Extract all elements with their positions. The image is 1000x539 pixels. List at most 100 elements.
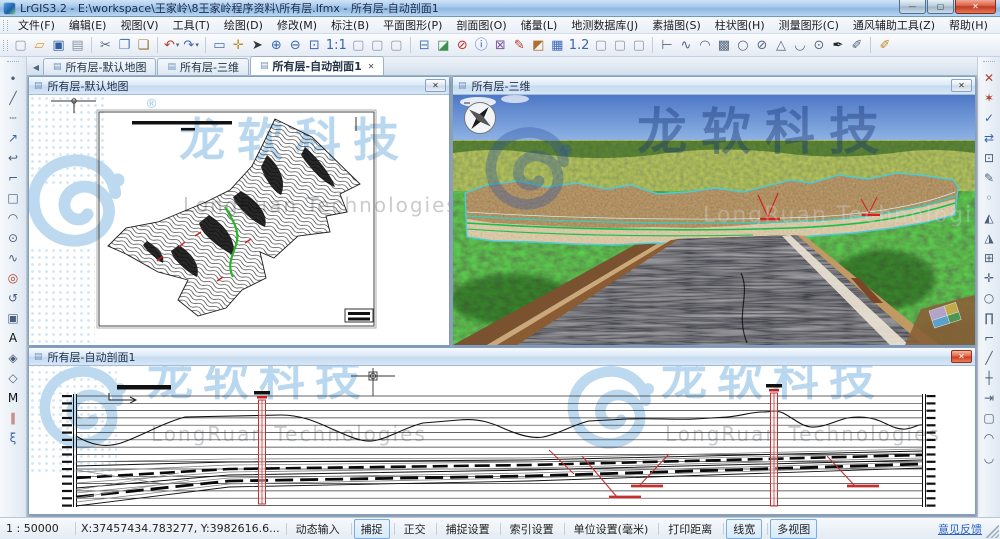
menu-item[interactable]: 工具(T)	[166, 16, 217, 34]
hatch-icon[interactable]: ◈	[3, 348, 23, 368]
line2-icon[interactable]: ╱	[979, 348, 999, 368]
parallel-icon[interactable]: ∥	[3, 408, 23, 428]
tab-close-icon[interactable]: ✕	[366, 62, 375, 71]
mirror-icon[interactable]: ◮	[979, 228, 999, 248]
draw-arc-icon[interactable]: ◠	[3, 208, 23, 228]
pan-icon[interactable]: ✛	[229, 36, 248, 55]
tab-auto-section[interactable]: ▤所有层-自动剖面1✕	[250, 56, 384, 75]
save-icon[interactable]: ▣	[49, 36, 68, 55]
draw-hook-icon[interactable]: ↩	[3, 148, 23, 168]
open-file-icon[interactable]: ▱	[30, 36, 49, 55]
arc-up-icon[interactable]: ◠	[979, 428, 999, 448]
insert-image-icon[interactable]: ▣	[3, 308, 23, 328]
ortho-toggle[interactable]: 正交	[398, 520, 432, 538]
forbid-icon[interactable]: ⊘	[453, 36, 472, 55]
fill-triangle-icon[interactable]: ◭	[979, 208, 999, 228]
text-icon[interactable]: A	[3, 328, 23, 348]
menu-item[interactable]: 视图(V)	[113, 16, 165, 34]
draw-arc2-icon[interactable]: ↺	[3, 288, 23, 308]
vertex-icon[interactable]: ✓	[979, 108, 999, 128]
feedback-link[interactable]: 意见反馈	[938, 521, 982, 537]
menu-item[interactable]: 储量(L)	[514, 16, 565, 34]
draw-circle-icon[interactable]: ⊙	[3, 228, 23, 248]
region-icon[interactable]: ◩	[529, 36, 548, 55]
trim-icon[interactable]: ✕	[979, 68, 999, 88]
3d-canvas[interactable]	[453, 95, 975, 345]
tab-default-map[interactable]: ▤所有层-默认地图	[43, 58, 156, 75]
menu-item[interactable]: 文件(F)	[11, 16, 62, 34]
swap-icon[interactable]: ⇄	[979, 128, 999, 148]
pen-icon[interactable]: ✒	[828, 36, 847, 55]
triangle-tool-icon[interactable]: △	[771, 36, 790, 55]
new-file-icon[interactable]: ▢	[11, 36, 30, 55]
draw-corner-icon[interactable]: ⌐	[3, 168, 23, 188]
tab-scroll-left-button[interactable]: ◀	[29, 59, 43, 75]
hatch2-icon[interactable]: ◇	[3, 368, 23, 388]
window-title-bar[interactable]: ▤ 所有层-三维 ✕	[453, 77, 975, 95]
menu-item[interactable]: 通风辅助工具(Z)	[846, 16, 942, 34]
undo-icon[interactable]: ↶▾	[162, 36, 181, 55]
explode-icon[interactable]: ✶	[979, 88, 999, 108]
snap-settings-button[interactable]: 捕捉设置	[440, 520, 496, 538]
menu-item[interactable]: 修改(M)	[270, 16, 324, 34]
copy-icon[interactable]: ❐	[115, 36, 134, 55]
menu-item[interactable]: 剖面图(O)	[449, 16, 513, 34]
resize-grip[interactable]	[986, 525, 999, 538]
menu-item[interactable]: 绘图(D)	[217, 16, 270, 34]
map-canvas[interactable]	[29, 95, 449, 345]
tab-3d[interactable]: ▤所有层-三维	[157, 58, 249, 75]
menu-item[interactable]: 素描图(S)	[645, 16, 708, 34]
draw-arrow-line-icon[interactable]: ↗	[3, 128, 23, 148]
snap-toggle[interactable]: 捕捉	[354, 519, 390, 539]
zoom-out-icon[interactable]: ⊖	[286, 36, 305, 55]
menu-item[interactable]: 帮助(H)	[942, 16, 995, 34]
section-canvas[interactable]	[29, 366, 975, 514]
numbers-icon[interactable]: 1.2	[567, 36, 592, 55]
window-close-button[interactable]: ✕	[425, 79, 446, 92]
page-icon-5[interactable]: ▢	[610, 36, 629, 55]
dynamic-input-toggle[interactable]: 动态输入	[290, 520, 346, 538]
circle-dot-icon[interactable]: ⊙	[809, 36, 828, 55]
text-m-icon[interactable]: M	[3, 388, 23, 408]
extend-icon[interactable]: ⇥	[979, 388, 999, 408]
draw-wave-icon[interactable]: ∿	[3, 248, 23, 268]
page-icon-6[interactable]: ▢	[629, 36, 648, 55]
menu-item[interactable]: 编辑(E)	[62, 16, 114, 34]
zoom-in-icon[interactable]: ⊕	[267, 36, 286, 55]
page-icon-1[interactable]: ▢	[349, 36, 368, 55]
draw-rect-icon[interactable]: □	[3, 188, 23, 208]
move-icon[interactable]: ✛	[979, 268, 999, 288]
select-icon[interactable]: ➤	[248, 36, 267, 55]
draw-ellipse-icon[interactable]: ◎	[3, 268, 23, 288]
fit-view-icon[interactable]: ▭	[210, 36, 229, 55]
rotate-icon[interactable]: ○	[979, 288, 999, 308]
stamp-icon[interactable]: ▩	[714, 36, 733, 55]
circle-slash-icon[interactable]: ⊘	[752, 36, 771, 55]
window-title-bar[interactable]: ▤ 所有层-自动剖面1 ✕	[29, 348, 975, 366]
arc-tool-icon[interactable]: ◡	[790, 36, 809, 55]
paste-icon[interactable]: ❏	[134, 36, 153, 55]
draw-line-icon[interactable]: ╱	[3, 88, 23, 108]
window-close-button[interactable]: ✕	[951, 79, 972, 92]
multi-view-toggle[interactable]: 多视图	[770, 519, 817, 539]
arc-down-icon[interactable]: ◡	[979, 448, 999, 468]
info-icon[interactable]: ⓘ	[472, 36, 491, 55]
menu-item[interactable]: 测量图形(C)	[772, 16, 846, 34]
minimize-button[interactable]: —	[899, 0, 926, 14]
print-icon[interactable]: ▤	[68, 36, 87, 55]
zoom-1-1-icon[interactable]: 1:1	[324, 36, 349, 55]
print-distance-button[interactable]: 打印距离	[662, 520, 718, 538]
brush-icon[interactable]: ✐	[847, 36, 866, 55]
capture-box-icon[interactable]: ⊠	[491, 36, 510, 55]
edit-pencil-icon[interactable]: ✎	[979, 168, 999, 188]
cut-icon[interactable]: ✂	[96, 36, 115, 55]
draw-point-icon[interactable]: ∙	[3, 68, 23, 88]
offset-icon[interactable]: ⌐	[979, 328, 999, 348]
window-close-button[interactable]: ✕	[951, 350, 972, 363]
page-icon-2[interactable]: ▢	[368, 36, 387, 55]
close-button[interactable]: ✕	[955, 0, 996, 14]
index-settings-button[interactable]: 索引设置	[504, 520, 560, 538]
line-width-toggle[interactable]: 线宽	[726, 519, 762, 539]
dragon-tool-icon[interactable]: ξ	[3, 428, 23, 448]
redo-icon[interactable]: ↷▾	[181, 36, 200, 55]
